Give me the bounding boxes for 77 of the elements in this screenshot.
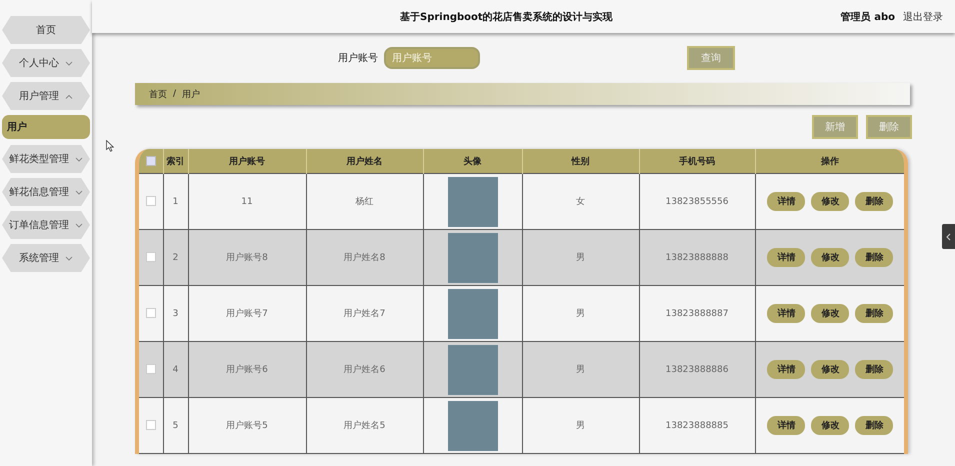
sidebar-menu-item[interactable]: 鲜花信息管理 bbox=[2, 178, 90, 206]
sidebar-menu-item[interactable]: 用户管理 bbox=[2, 82, 90, 110]
select-all-checkbox[interactable] bbox=[146, 156, 156, 166]
column-header: 头像 bbox=[423, 149, 522, 174]
column-header: 性别 bbox=[522, 149, 639, 174]
delete-button[interactable]: 删除 bbox=[855, 304, 894, 323]
table-cell: 3 bbox=[163, 286, 188, 342]
avatar-photo-placeholder bbox=[448, 344, 498, 394]
column-header: 索引 bbox=[163, 149, 188, 174]
table-cell: 13823888887 bbox=[639, 286, 755, 342]
table-cell: 男 bbox=[522, 230, 639, 286]
sidebar-menu-item[interactable]: 订单信息管理 bbox=[2, 211, 90, 239]
edit-button[interactable]: 修改 bbox=[811, 304, 850, 323]
edit-button[interactable]: 修改 bbox=[811, 416, 850, 435]
table-cell: 13823855556 bbox=[639, 174, 755, 230]
avatar-photo-placeholder bbox=[448, 176, 498, 226]
detail-button[interactable]: 详情 bbox=[767, 192, 806, 211]
column-header: 用户姓名 bbox=[306, 149, 423, 174]
delete-button[interactable]: 删除 bbox=[855, 416, 894, 435]
edit-button[interactable]: 修改 bbox=[811, 192, 850, 211]
edit-button[interactable]: 修改 bbox=[811, 248, 850, 267]
sidebar-menu-item[interactable]: 首页 bbox=[2, 16, 90, 44]
table-cell: 杨红 bbox=[306, 174, 423, 230]
row-checkbox[interactable] bbox=[146, 420, 156, 430]
table-cell: 5 bbox=[163, 398, 188, 454]
avatar-photo-placeholder bbox=[448, 400, 498, 450]
detail-button[interactable]: 详情 bbox=[767, 304, 806, 323]
account-input-field[interactable]: 用户账号 bbox=[384, 47, 480, 69]
mouse-cursor-icon bbox=[106, 140, 114, 152]
detail-button[interactable]: 详情 bbox=[767, 248, 806, 267]
table-cell: 用户姓名6 bbox=[306, 342, 423, 398]
sidebar-menu-item[interactable]: 系统管理 bbox=[2, 244, 90, 272]
sidebar-menu-item[interactable]: 鲜花类型管理 bbox=[2, 145, 90, 173]
table-cell: 男 bbox=[522, 286, 639, 342]
delete-button[interactable]: 删除 bbox=[855, 192, 894, 211]
breadcrumb-item[interactable]: 首页 bbox=[149, 88, 167, 100]
table-cell: 13823888886 bbox=[639, 342, 755, 398]
table-cell: 2 bbox=[163, 230, 188, 286]
delete-button[interactable]: 删除 bbox=[855, 248, 894, 267]
column-header: 手机号码 bbox=[639, 149, 755, 174]
table-cell: 用户账号6 bbox=[188, 342, 306, 398]
breadcrumb-separator: / bbox=[173, 89, 176, 99]
row-checkbox[interactable] bbox=[146, 364, 156, 374]
table-cell: 用户账号5 bbox=[188, 398, 306, 454]
row-checkbox[interactable] bbox=[146, 196, 156, 206]
table-cell: 用户姓名8 bbox=[306, 230, 423, 286]
avatar-photo-placeholder bbox=[448, 232, 498, 282]
breadcrumb-item: 用户 bbox=[182, 88, 200, 100]
table-cell: 用户姓名5 bbox=[306, 398, 423, 454]
row-checkbox[interactable] bbox=[146, 252, 156, 262]
table-cell: 13823888885 bbox=[639, 398, 755, 454]
table-cell: 11 bbox=[188, 174, 306, 230]
sidebar-submenu-item[interactable]: 用户 bbox=[2, 115, 90, 139]
table-cell: 用户账号7 bbox=[188, 286, 306, 342]
table-cell: 男 bbox=[522, 398, 639, 454]
column-header: 操作 bbox=[755, 149, 904, 174]
search-label: 用户账号 bbox=[338, 52, 378, 65]
table-cell: 用户姓名7 bbox=[306, 286, 423, 342]
chevron-left-icon bbox=[946, 232, 951, 240]
table-cell: 女 bbox=[522, 174, 639, 230]
table-cell: 13823888888 bbox=[639, 230, 755, 286]
table-cell: 1 bbox=[163, 174, 188, 230]
edit-button[interactable]: 修改 bbox=[811, 360, 850, 379]
page-title: 基于Springboot的花店售卖系统的设计与实现 bbox=[399, 10, 614, 24]
detail-button[interactable]: 详情 bbox=[767, 360, 806, 379]
delete-button[interactable]: 删除 bbox=[855, 360, 894, 379]
column-header: 用户账号 bbox=[188, 149, 306, 174]
sidebar-menu-item[interactable]: 个人中心 bbox=[2, 49, 90, 77]
collapse-handle[interactable] bbox=[942, 224, 955, 249]
avatar-photo-placeholder bbox=[448, 288, 498, 338]
table-cell: 男 bbox=[522, 342, 639, 398]
row-checkbox[interactable] bbox=[146, 308, 156, 318]
user-name: 管理员 abo bbox=[840, 10, 895, 24]
detail-button[interactable]: 详情 bbox=[767, 416, 806, 435]
table-cell: 用户账号8 bbox=[188, 230, 306, 286]
logout-link[interactable]: 退出登录 bbox=[903, 10, 943, 24]
table-cell: 4 bbox=[163, 342, 188, 398]
